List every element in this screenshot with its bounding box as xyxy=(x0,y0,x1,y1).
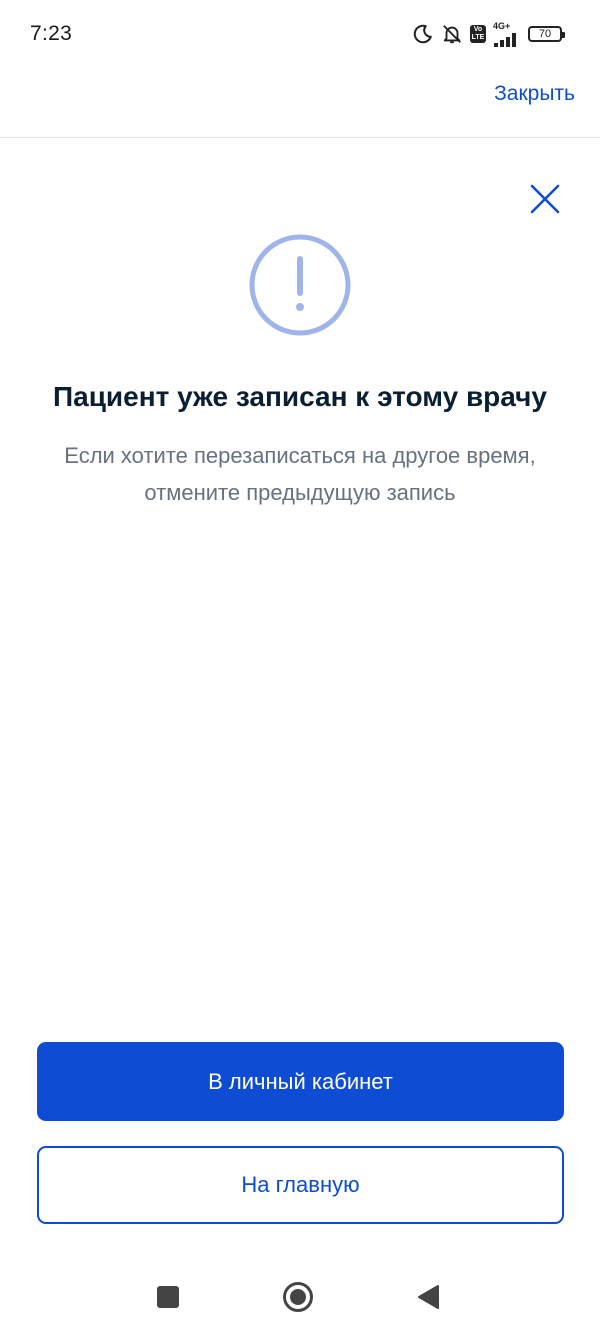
battery-icon: 70 xyxy=(528,26,565,42)
volte-icon: Vo LTE xyxy=(470,25,486,43)
signal-icon: 4G+ xyxy=(493,20,521,47)
system-nav-bar xyxy=(0,1262,600,1332)
close-link[interactable]: Закрыть xyxy=(494,82,575,106)
volte-top-label: Vo xyxy=(473,26,483,33)
home-circle-icon[interactable] xyxy=(282,1281,314,1313)
recent-apps-square-icon[interactable] xyxy=(157,1286,179,1308)
battery-level: 70 xyxy=(538,28,552,40)
home-button[interactable]: На главную xyxy=(37,1146,564,1224)
home-button-label: На главную xyxy=(241,1172,360,1197)
app-bar: Закрыть xyxy=(0,68,600,138)
exclamation-circle-icon xyxy=(248,233,352,337)
close-icon[interactable] xyxy=(528,182,562,216)
bell-off-icon xyxy=(441,23,463,45)
personal-account-button[interactable]: В личный кабинет xyxy=(37,1042,564,1121)
status-bar: 7:23 Vo LTE 4G+ 70 xyxy=(0,0,600,68)
screen: 7:23 Vo LTE 4G+ 70 Закрыть Пациент уже з… xyxy=(0,0,600,1332)
status-time: 7:23 xyxy=(30,22,73,45)
back-triangle-icon[interactable] xyxy=(416,1284,440,1310)
moon-icon xyxy=(412,23,434,45)
status-icons: Vo LTE 4G+ 70 xyxy=(412,20,565,48)
dialog-title: Пациент уже записан к этому врачу xyxy=(53,381,547,412)
volte-bottom-label: LTE xyxy=(471,34,485,41)
dialog-subtitle: Если хотите перезаписаться на другое вре… xyxy=(64,443,536,505)
network-label: 4G+ xyxy=(493,20,511,31)
personal-account-button-label: В личный кабинет xyxy=(208,1068,393,1094)
